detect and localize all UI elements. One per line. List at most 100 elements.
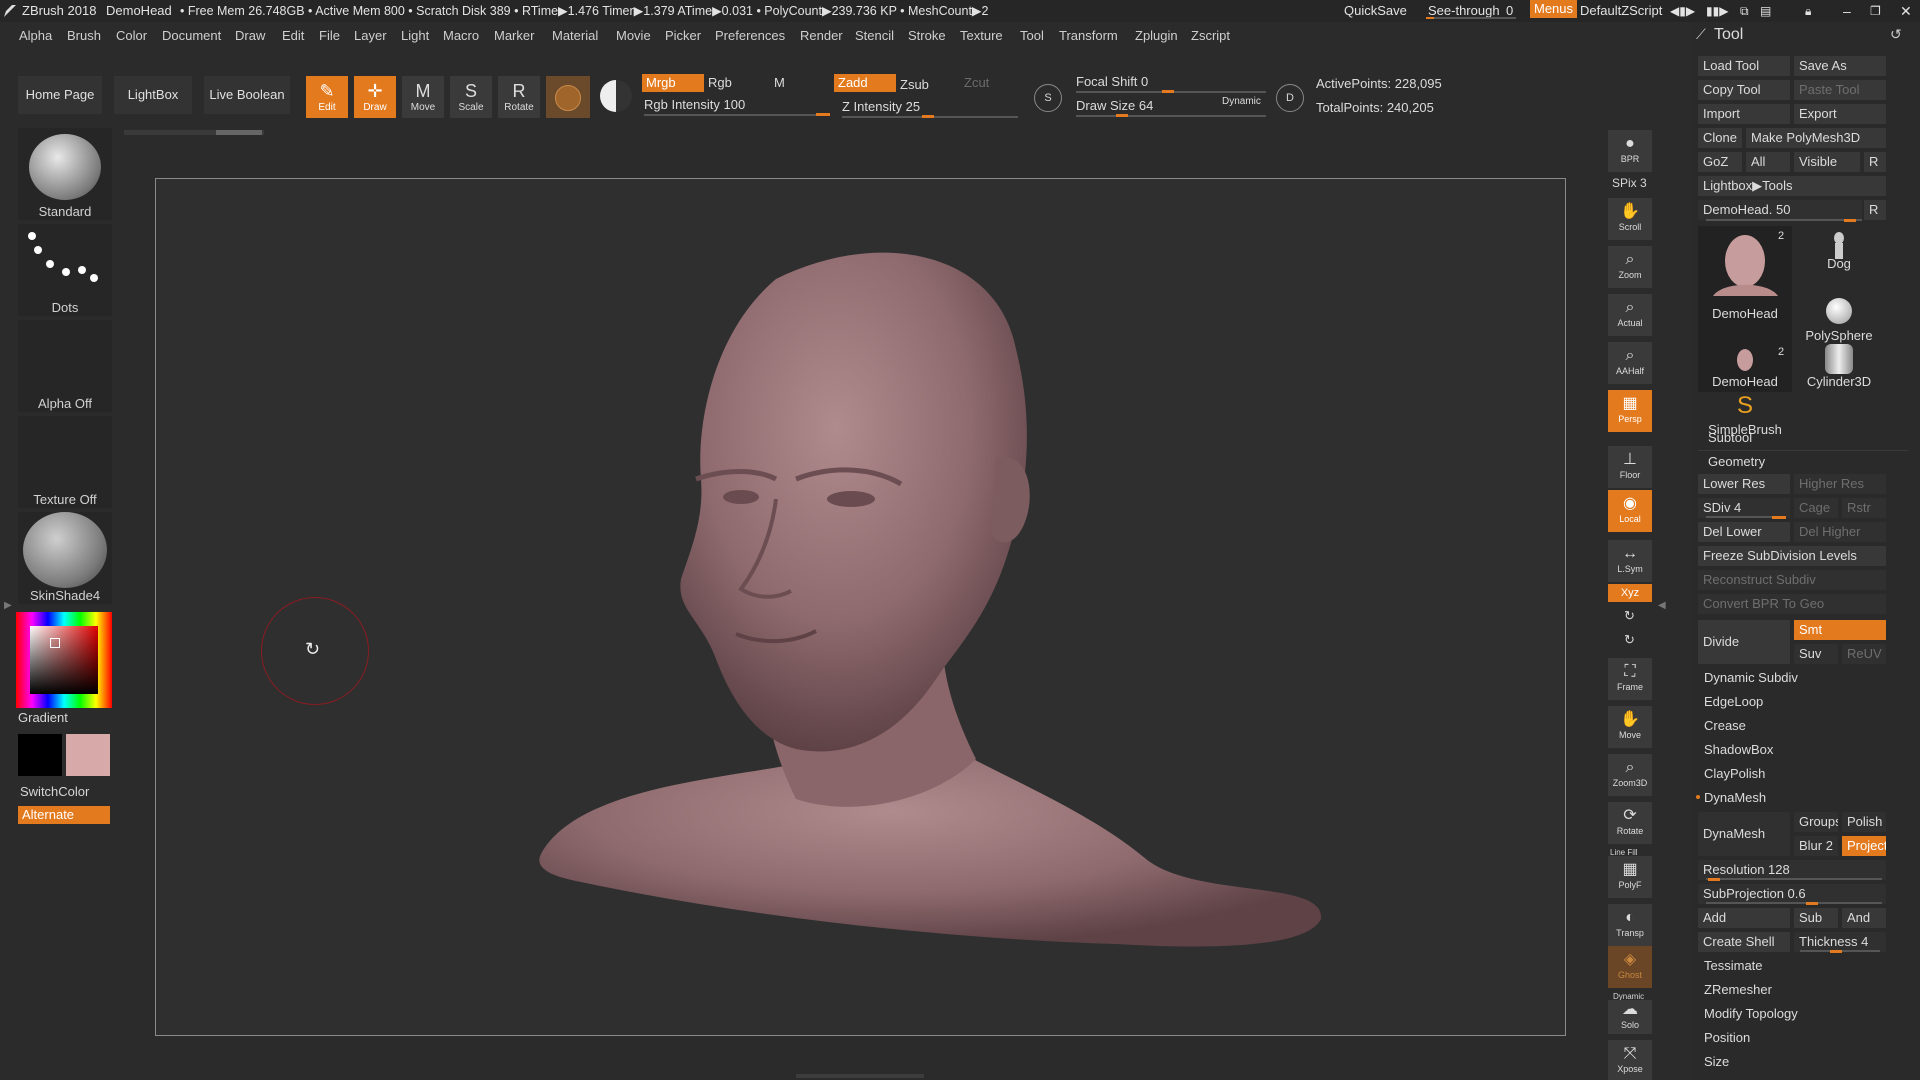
rgb-intensity-slider[interactable]: Rgb Intensity 100 <box>644 97 745 112</box>
menu-zplugin[interactable]: Zplugin <box>1135 25 1178 47</box>
clone-button[interactable]: Clone <box>1698 128 1742 148</box>
rgb-intensity-track[interactable] <box>644 114 830 116</box>
menu-brush[interactable]: Brush <box>67 25 101 47</box>
lightbox-button[interactable]: LightBox <box>114 76 192 114</box>
goz-visible-button[interactable]: Visible <box>1794 152 1860 172</box>
restore-icon[interactable]: ▤ <box>1760 0 1771 22</box>
smt-toggle[interactable]: Smt <box>1794 620 1886 640</box>
rotate-view-button[interactable]: ⟳ Rotate <box>1608 802 1652 844</box>
position-section[interactable]: Position <box>1704 1030 1750 1045</box>
lightbox-tools-button[interactable]: Lightbox▶Tools <box>1698 176 1886 196</box>
sdiv-slider[interactable]: SDiv 4 <box>1698 498 1790 518</box>
document-canvas[interactable]: ↻ <box>155 178 1566 1036</box>
menu-picker[interactable]: Picker <box>665 25 701 47</box>
zadd-button[interactable]: Zadd <box>834 74 896 92</box>
focal-shift-slider[interactable]: Focal Shift 0 <box>1076 74 1148 89</box>
menu-document[interactable]: Document <box>162 25 221 47</box>
tool-thumb-polysphere[interactable]: PolySphere <box>1796 274 1882 344</box>
close-icon[interactable]: ✕ <box>1900 0 1912 22</box>
minimize-icon[interactable]: – <box>1843 0 1851 22</box>
menus-toggle-button[interactable]: Menus <box>1530 0 1578 18</box>
rotate-mode-button[interactable]: R Rotate <box>498 76 540 118</box>
project-toggle[interactable]: Project <box>1842 836 1886 856</box>
persp-button[interactable]: ▦ Persp <box>1608 390 1652 432</box>
tessimate-section[interactable]: Tessimate <box>1704 958 1763 973</box>
bottom-tray-handle[interactable] <box>796 1074 924 1078</box>
color-picker[interactable] <box>16 612 112 708</box>
menu-draw[interactable]: Draw <box>235 25 265 47</box>
rgb-button[interactable]: Rgb <box>704 74 758 92</box>
texture-selector[interactable]: Texture Off <box>18 416 112 508</box>
local-button[interactable]: ◉ Local <box>1608 490 1652 532</box>
draw-size-track[interactable] <box>1076 115 1266 117</box>
rotate-z-icon[interactable]: ↻ <box>1624 632 1635 648</box>
reuv-toggle[interactable]: ReUV <box>1842 644 1886 664</box>
maximize-icon[interactable]: ❐ <box>1870 0 1881 22</box>
zsub-button[interactable]: Zsub <box>896 76 950 94</box>
see-through-slider[interactable] <box>1426 17 1516 19</box>
alternate-button[interactable]: Alternate <box>18 806 110 824</box>
del-higher-button[interactable]: Del Higher <box>1794 522 1886 542</box>
stroke-selector[interactable]: Dots <box>18 224 112 316</box>
draw-mode-button[interactable]: ✛ Draw <box>354 76 396 118</box>
sub-button[interactable]: Sub <box>1794 908 1838 928</box>
window-icon[interactable]: ⧉ <box>1740 0 1749 22</box>
shelf-scrollbar[interactable] <box>124 130 264 135</box>
rotate-y-icon[interactable]: ↻ <box>1624 608 1635 624</box>
menu-render[interactable]: Render <box>800 25 843 47</box>
scroll-button[interactable]: ✋ Scroll <box>1608 198 1652 240</box>
subtool-section[interactable]: Subtool <box>1708 430 1752 445</box>
ui-icon[interactable]: ▮▮▶ <box>1706 0 1728 22</box>
create-shell-button[interactable]: Create Shell <box>1698 932 1790 952</box>
menu-stroke[interactable]: Stroke <box>908 25 946 47</box>
move-mode-button[interactable]: M Move <box>402 76 444 118</box>
primary-color-swatch[interactable] <box>18 734 62 776</box>
menu-layer[interactable]: Layer <box>354 25 387 47</box>
polish-toggle[interactable]: Polish <box>1842 812 1886 832</box>
dynamesh-section[interactable]: DynaMesh <box>1704 790 1766 805</box>
tool-thumb-demohead[interactable]: 2 DemoHead <box>1698 226 1792 344</box>
menu-macro[interactable]: Macro <box>443 25 479 47</box>
panel-reset-icon[interactable]: ↺ <box>1890 26 1902 43</box>
suv-toggle[interactable]: Suv <box>1794 644 1838 664</box>
solo-button[interactable]: ☁ Solo <box>1608 1000 1652 1034</box>
focal-shift-icon[interactable]: S <box>1034 84 1062 112</box>
quicksave-button[interactable]: QuickSave <box>1344 0 1407 22</box>
floor-button[interactable]: ⊥ Floor <box>1608 446 1652 488</box>
transp-button[interactable]: ◐ Transp <box>1608 904 1652 946</box>
live-boolean-button[interactable]: Live Boolean <box>204 76 290 114</box>
spix-slider[interactable]: SPix 3 <box>1612 176 1647 190</box>
size-section[interactable]: Size <box>1704 1054 1729 1069</box>
lock-icon[interactable]: 🔒︎ <box>1805 0 1811 22</box>
right-tray-arrow-icon[interactable]: ◀ <box>1658 600 1666 611</box>
menu-edit[interactable]: Edit <box>282 25 304 47</box>
material-selector[interactable]: SkinShade4 <box>18 512 112 604</box>
draw-size-slider[interactable]: Draw Size 64 <box>1076 98 1153 113</box>
tool-thumb-cylinder3d[interactable]: Cylinder3D <box>1796 344 1882 392</box>
geometry-section[interactable]: Geometry <box>1708 454 1765 469</box>
shadowbox-section[interactable]: ShadowBox <box>1704 742 1773 757</box>
dynamesh-button[interactable]: DynaMesh <box>1698 812 1790 856</box>
subprojection-slider[interactable]: SubProjection 0.6 <box>1698 884 1886 904</box>
frame-button[interactable]: ⛶ Frame <box>1608 658 1652 700</box>
make-polymesh3d-button[interactable]: Make PolyMesh3D <box>1746 128 1886 148</box>
zcut-button[interactable]: Zcut <box>960 74 1004 92</box>
move-view-button[interactable]: ✋ Move <box>1608 706 1652 748</box>
divide-button[interactable]: Divide <box>1698 620 1790 664</box>
edgeloop-section[interactable]: EdgeLoop <box>1704 694 1763 709</box>
zoom3d-button[interactable]: ⌕ Zoom3D <box>1608 754 1652 796</box>
zremesher-section[interactable]: ZRemesher <box>1704 982 1772 997</box>
menu-material[interactable]: Material <box>552 25 598 47</box>
save-as-button[interactable]: Save As <box>1794 56 1886 76</box>
brush-selector[interactable]: Standard <box>18 128 112 220</box>
export-button[interactable]: Export <box>1794 104 1886 124</box>
menu-tool[interactable]: Tool <box>1020 25 1044 47</box>
tool-thumb-demohead-2[interactable]: 2 DemoHead <box>1698 344 1792 392</box>
menu-file[interactable]: File <box>319 25 340 47</box>
menu-marker[interactable]: Marker <box>494 25 534 47</box>
thickness-slider[interactable]: Thickness 4 <box>1794 932 1886 952</box>
lsym-button[interactable]: ↔ L.Sym <box>1608 540 1652 582</box>
edit-mode-button[interactable]: ✎ Edit <box>306 76 348 118</box>
secondary-color-swatch[interactable] <box>66 734 110 776</box>
demo-head-model[interactable] <box>156 179 1565 1035</box>
